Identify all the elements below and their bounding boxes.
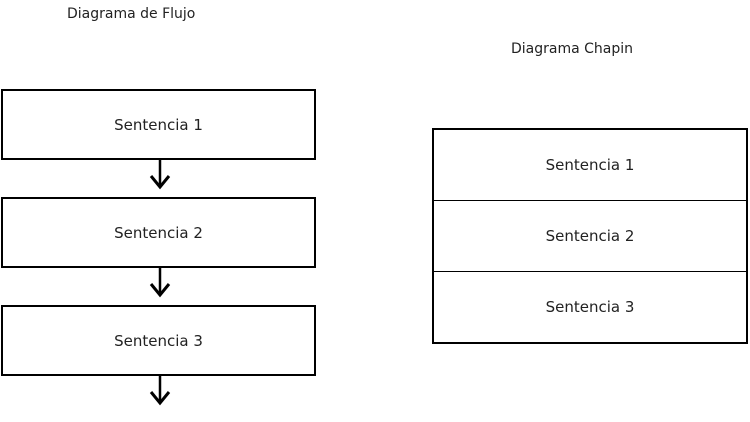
chapin-table: Sentencia 1 Sentencia 2 Sentencia 3	[432, 128, 748, 344]
flow-step-label: Sentencia 2	[114, 223, 203, 242]
flow-step-box: Sentencia 1	[1, 89, 316, 160]
chapin-row-label: Sentencia 3	[545, 298, 635, 316]
down-arrow-icon	[149, 160, 171, 190]
down-arrow-icon	[149, 268, 171, 298]
chapin-diagram-title: Diagrama Chapin	[511, 41, 634, 57]
chapin-row-label: Sentencia 1	[545, 156, 635, 174]
flow-diagram-title: Diagrama de Flujo	[67, 6, 196, 22]
chapin-row: Sentencia 2	[434, 200, 746, 271]
flow-step-label: Sentencia 1	[114, 115, 203, 134]
flow-step-box: Sentencia 3	[1, 305, 316, 376]
chapin-row-label: Sentencia 2	[545, 227, 635, 245]
chapin-row: Sentencia 3	[434, 271, 746, 342]
down-arrow-icon	[149, 376, 171, 406]
chapin-row: Sentencia 1	[434, 130, 746, 200]
flow-step-label: Sentencia 3	[114, 331, 203, 350]
flow-step-box: Sentencia 2	[1, 197, 316, 268]
